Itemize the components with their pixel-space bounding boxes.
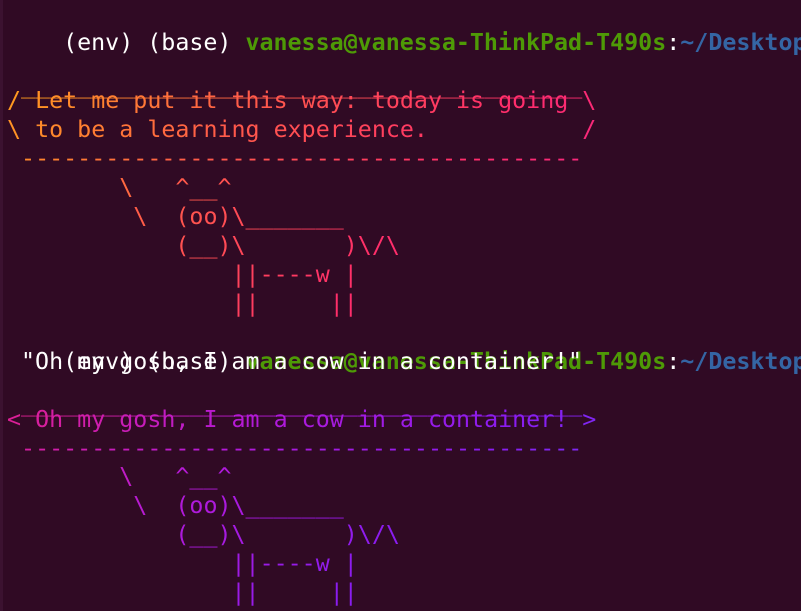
terminal-window[interactable]: (env) (base) vanessa@vanessa-ThinkPad-T4… (0, 0, 801, 611)
bubble-line: \ to be a learning experience. / (7, 116, 597, 143)
prompt-colon: : (666, 28, 681, 56)
env-indicator: (env) (base) (63, 28, 246, 56)
command-output: "Oh my gosh, I am a cow in a container!" (7, 348, 583, 375)
prompt-line: (env) (base) vanessa@vanessa-ThinkPad-T4… (7, 0, 801, 56)
bubble-line: / Let me put it this way: today is going… (7, 87, 597, 114)
cow-art-line: \ (oo)\_______ (133, 492, 344, 519)
user-host: vanessa@vanessa-ThinkPad-T490s (245, 28, 667, 56)
cow-art-line: (__)\ )\/\ (175, 521, 400, 548)
current-directory: ~/Desktop/Cod (680, 28, 801, 56)
bubble-bottom-border: ---------------------------------------- (21, 435, 583, 462)
prompt-line: (env) (base) vanessa@vanessa-ThinkPad-T4… (7, 319, 801, 375)
cow-art-line: \ (oo)\_______ (133, 203, 344, 230)
window-edge (0, 0, 3, 611)
cow-art-line: ||----w | (231, 261, 358, 288)
cow-art-line: \ ^__^ (119, 174, 232, 201)
bubble-bottom-border: ---------------------------------------- (21, 145, 583, 172)
cow-art-line: (__)\ )\/\ (175, 232, 400, 259)
cow-art-line: \ ^__^ (119, 463, 232, 490)
bubble-line: < Oh my gosh, I am a cow in a container!… (7, 406, 597, 433)
cow-art-line: || || (231, 579, 358, 606)
prompt-colon: : (666, 347, 681, 375)
cow-art-line: ||----w | (231, 550, 358, 577)
current-directory: ~/Desktop/Cod (680, 347, 801, 375)
cow-art-line: || || (231, 290, 358, 317)
